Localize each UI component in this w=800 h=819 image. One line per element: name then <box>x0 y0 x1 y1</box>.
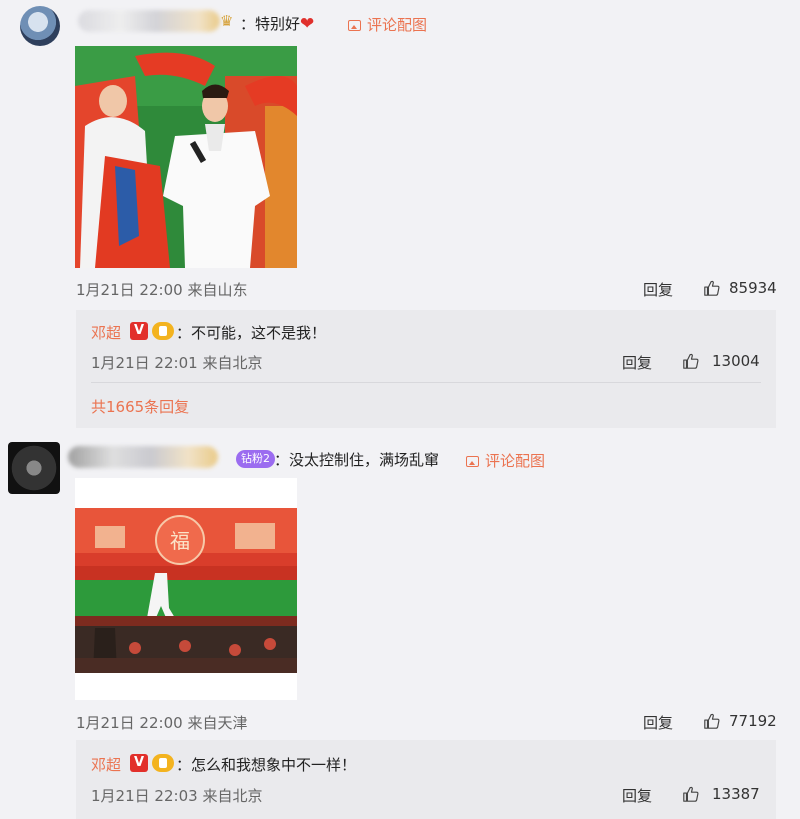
reply-text: ：怎么和我想象中不一样！ <box>176 756 357 774</box>
comment-image[interactable] <box>75 46 297 268</box>
username-blurred[interactable] <box>68 446 218 468</box>
comment-image[interactable]: 福 <box>75 478 297 700</box>
like-count: 13004 <box>712 352 760 370</box>
reply-text: ：不可能，这不是我！ <box>176 324 327 342</box>
user-avatar[interactable] <box>8 442 60 494</box>
thumbs-up-icon[interactable] <box>682 785 700 803</box>
divider <box>91 382 761 383</box>
medal-icon <box>152 754 174 772</box>
verified-badge: V <box>130 754 148 772</box>
reply-button[interactable]: 回复 <box>622 352 652 373</box>
comment-meta: 1月21日 22:00 来自天津 <box>76 714 248 732</box>
svg-text:福: 福 <box>170 529 190 553</box>
crown-icon: ♛ <box>220 12 234 30</box>
reply-button[interactable]: 回复 <box>643 712 673 733</box>
like-count: 85934 <box>729 279 777 297</box>
comment-text: ：特别好❤ <box>240 14 315 34</box>
comment-1: ♛ ：特别好❤ 评论配图 1月21日 22:00 来自山东 回复 85934 邓… <box>0 0 800 430</box>
reply-author[interactable]: 邓超 <box>91 322 121 343</box>
like-count: 13387 <box>712 785 760 803</box>
user-avatar[interactable] <box>20 6 60 46</box>
heart-icon: ❤ <box>300 14 315 34</box>
reply-author[interactable]: 邓超 <box>91 754 121 775</box>
stage-photo-graphic: 福 <box>75 478 297 700</box>
more-replies-link[interactable]: 共1665条回复 <box>91 396 189 417</box>
medal-icon <box>152 322 174 340</box>
comment-2: 钻粉2 ：没太控制住，满场乱窜 评论配图 福 1月21日 22:00 来自天津 … <box>0 430 800 819</box>
reply-meta: 1月21日 22:01 来自北京 <box>91 354 263 372</box>
reply-button[interactable]: 回复 <box>643 279 673 300</box>
thumbs-up-icon[interactable] <box>703 712 721 730</box>
image-icon <box>348 20 361 31</box>
comment-picture-link[interactable]: 评论配图 <box>348 14 427 35</box>
image-icon <box>466 456 479 467</box>
sub-reply-box: 邓超 V ：怎么和我想象中不一样！ 1月21日 22:03 来自北京 回复 13… <box>76 740 776 819</box>
comment-meta: 1月21日 22:00 来自山东 <box>76 281 248 299</box>
sub-reply-box: 邓超 V ：不可能，这不是我！ 1月21日 22:01 来自北京 回复 1300… <box>76 310 776 428</box>
stage-photo-graphic <box>75 46 297 268</box>
verified-badge: V <box>130 322 148 340</box>
thumbs-up-icon[interactable] <box>682 352 700 370</box>
reply-button[interactable]: 回复 <box>622 785 652 806</box>
thumbs-up-icon[interactable] <box>703 279 721 297</box>
reply-meta: 1月21日 22:03 来自北京 <box>91 787 263 805</box>
comment-picture-link[interactable]: 评论配图 <box>466 450 545 471</box>
username-blurred[interactable] <box>78 10 220 32</box>
like-count: 77192 <box>729 712 777 730</box>
fan-level-badge: 钻粉2 <box>236 450 275 468</box>
comment-text: ：没太控制住，满场乱窜 <box>274 451 440 469</box>
